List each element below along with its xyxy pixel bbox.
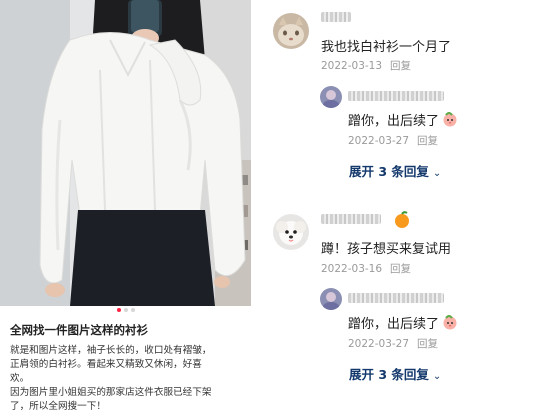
comment-date: 2022-03-16 [321, 263, 383, 275]
post-body: 就是和图片这样，袖子长长的，收口处有褶皱， 正肩领的白衬衫。看起来又精致又休闲，… [10, 344, 248, 414]
reply-text-content: 蹭你，出后续了 [348, 317, 440, 332]
comment-date: 2022-03-13 [321, 60, 383, 72]
post-body-line: 就是和图片这样，袖子长长的，收口处有褶皱， [10, 345, 212, 356]
carousel-dot[interactable] [116, 308, 121, 312]
comment-meta: 2022-03-16 回复 [321, 261, 411, 276]
carousel-dot[interactable] [123, 308, 128, 312]
avatar[interactable] [273, 13, 309, 49]
user-avatar-icon [320, 86, 342, 108]
reply-text-content: 蹭你，出后续了 [348, 114, 440, 129]
post-body-line: 了，所以全网搜一下！ [10, 401, 106, 412]
avatar[interactable] [320, 86, 342, 108]
expand-label: 展开 3 条回复 [349, 367, 429, 382]
post-card[interactable]: 全网找一件图片这样的衬衫 就是和图片这样，袖子长长的，收口处有褶皱， 正肩领的白… [0, 0, 251, 417]
reply-text: 蹭你，出后续了 [348, 313, 459, 334]
reply-button[interactable]: 回复 [390, 263, 411, 275]
cat-avatar-icon [273, 13, 309, 49]
post-body-line: 正肩领的白衬衫。看起来又精致又休闲，好喜 [10, 359, 202, 370]
expand-label: 展开 3 条回复 [349, 164, 429, 179]
divider [251, 0, 271, 417]
chevron-down-icon: ⌄ [432, 371, 442, 382]
reply-button[interactable]: 回复 [417, 135, 438, 147]
post-body-line: 因为图片里小姐姐买的那家店这件衣服已经下架 [10, 387, 212, 398]
comment-text: 蹲！孩子想买来复试用 [321, 242, 452, 257]
username-redacted[interactable] [348, 91, 444, 101]
reply-button[interactable]: 回复 [417, 338, 438, 350]
reply-date: 2022-03-27 [348, 135, 410, 147]
mirror-selfie-image [0, 0, 251, 306]
post-body-line: 欢。 [10, 373, 30, 384]
reply-meta: 2022-03-27 回复 [348, 336, 438, 351]
comment-text: 我也找白衬衫一个月了 [321, 40, 452, 55]
post-photo[interactable] [0, 0, 251, 306]
expand-replies-button[interactable]: 展开 3 条回复 ⌄ [349, 161, 441, 180]
username-redacted[interactable] [348, 293, 444, 303]
chevron-down-icon: ⌄ [432, 168, 442, 179]
comments-section: 我也找白衬衫一个月了 2022-03-13 回复 蹭你，出后续了 2022-03-… [271, 0, 539, 417]
carousel-dot[interactable] [130, 308, 135, 312]
dog-avatar-icon [273, 214, 309, 250]
post-title: 全网找一件图片这样的衬衫 [10, 323, 148, 337]
expand-replies-button[interactable]: 展开 3 条回复 ⌄ [349, 364, 441, 383]
carousel-indicator [0, 308, 251, 312]
orange-icon [393, 211, 411, 233]
reply-text: 蹭你，出后续了 [348, 110, 459, 131]
username-redacted[interactable] [321, 214, 381, 224]
peach-icon [441, 314, 459, 334]
reply-date: 2022-03-27 [348, 338, 410, 350]
peach-icon [441, 111, 459, 131]
reply-meta: 2022-03-27 回复 [348, 133, 438, 148]
avatar[interactable] [273, 214, 309, 250]
username-redacted[interactable] [321, 12, 351, 22]
reply-button[interactable]: 回复 [390, 60, 411, 72]
avatar[interactable] [320, 288, 342, 310]
user-avatar-icon [320, 288, 342, 310]
comment-meta: 2022-03-13 回复 [321, 58, 411, 73]
